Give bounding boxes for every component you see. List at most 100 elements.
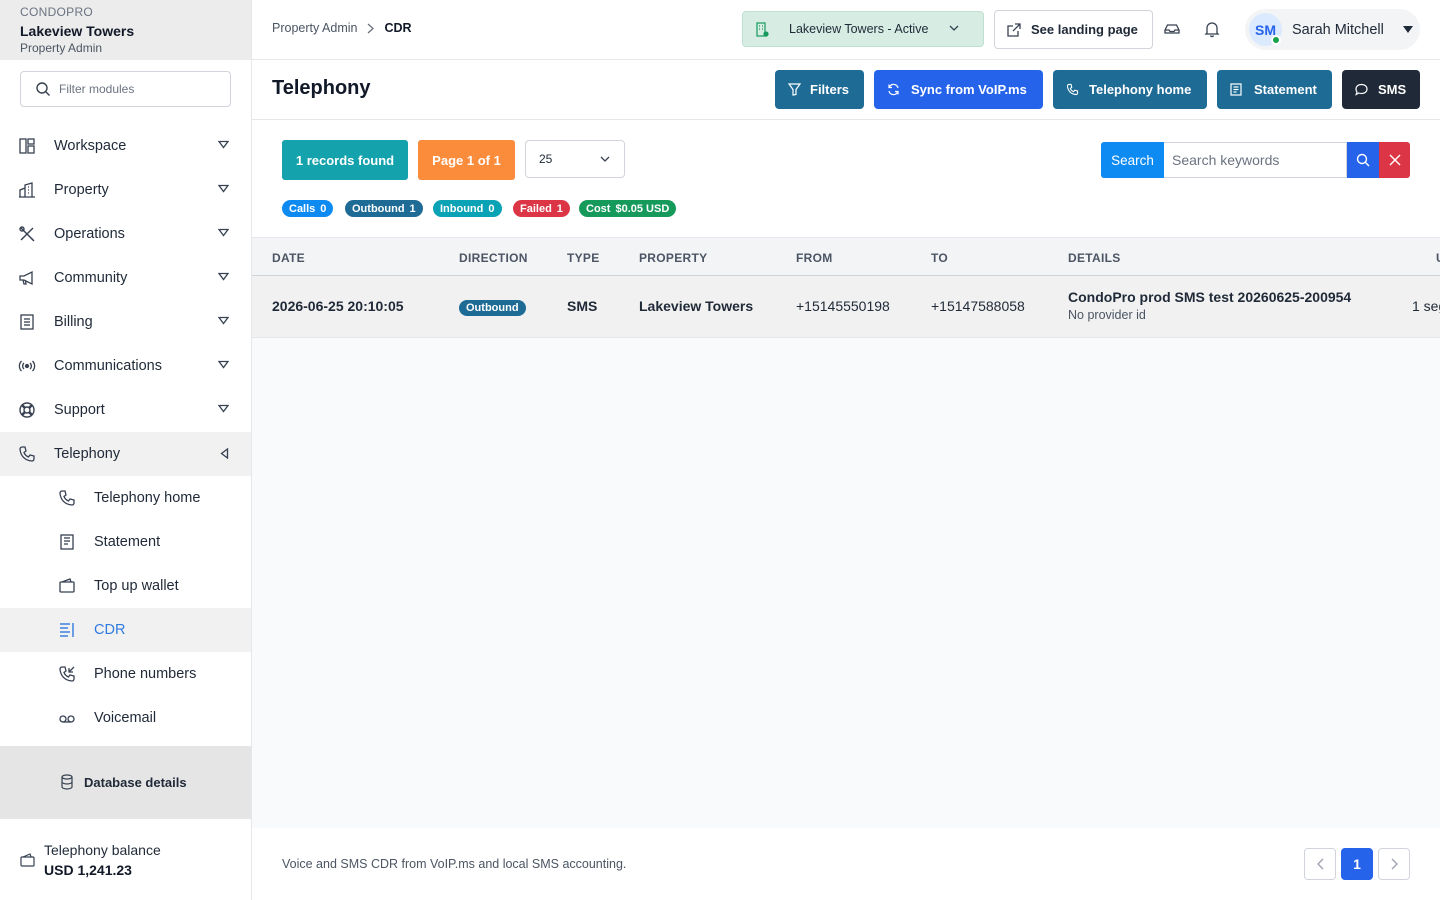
sidebar-item-operations[interactable]: Operations [0,212,251,256]
search-input[interactable] [1164,142,1347,178]
cell-details-sub: No provider id [1068,308,1146,322]
caret-down-icon [218,272,229,281]
breadcrumb-property-admin[interactable]: Property Admin [272,21,357,35]
inbound-badge: Inbound 0 [433,200,502,217]
sidebar-item-statement[interactable]: Statement [0,520,251,564]
pagination-next-button[interactable] [1378,848,1410,880]
column-header-from[interactable]: FROM [796,251,833,265]
table-row[interactable]: 2026-06-25 20:10:05 Outbound SMS Lakevie… [252,276,1440,338]
column-header-date[interactable]: DATE [272,251,305,265]
breadcrumb: Property Admin CDR [272,21,412,35]
badge-label: Cost [586,202,611,215]
badge-label: Outbound [352,202,405,215]
sidebar-item-top-up-wallet[interactable]: Top up wallet [0,564,251,608]
bell-icon[interactable] [1203,20,1221,38]
column-header-to[interactable]: TO [931,251,948,265]
external-link-icon [1007,22,1021,37]
receipt-icon [20,314,34,330]
records-found-chip: 1 records found [282,140,408,180]
property-select[interactable]: Lakeview Towers - Active [742,11,984,47]
sidebar-item-phone-numbers[interactable]: Phone numbers [0,652,251,696]
column-header-direction[interactable]: DIRECTION [459,251,528,265]
sidebar-item-label: Top up wallet [94,578,179,594]
page-title: Telephony [272,77,371,99]
phone-icon [1066,83,1079,96]
telephony-home-button[interactable]: Telephony home [1053,70,1207,109]
brand-name: CONDOPRO [20,5,94,19]
caret-down-icon [1403,26,1413,33]
caret-down-icon [218,360,229,369]
tools-icon [19,226,35,242]
sms-button[interactable]: SMS [1342,70,1420,109]
filter-modules-field[interactable] [20,71,231,107]
search-icon [1356,153,1370,167]
caret-left-icon [220,448,229,459]
page-header: Telephony Filters Sync from VoIP.ms Tele… [252,60,1440,120]
lifebuoy-icon [19,402,35,418]
search-label: Search [1101,142,1164,178]
database-details-label: Database details [84,774,187,790]
sidebar-item-community[interactable]: Community [0,256,251,300]
sidebar-item-cdr[interactable]: CDR [0,608,251,652]
pagination-prev-button[interactable] [1304,848,1336,880]
close-icon [1389,154,1400,166]
telephony-home-label: Telephony home [1089,82,1192,97]
sync-voipms-button[interactable]: Sync from VoIP.ms [874,70,1043,109]
column-header-details[interactable]: DETAILS [1068,251,1121,265]
voicemail-icon [59,715,75,723]
sidebar-item-communications[interactable]: Communications [0,344,251,388]
sidebar-item-telephony-home[interactable]: Telephony home [0,476,251,520]
see-landing-page-button[interactable]: See landing page [994,10,1153,49]
per-page-select[interactable]: 25 [525,140,625,178]
footer-note: Voice and SMS CDR from VoIP.ms and local… [282,857,627,871]
pagination-page-1[interactable]: 1 [1341,848,1373,880]
brand-header: CONDOPRO Lakeview Towers Property Admin [0,0,251,60]
search-button[interactable] [1347,142,1379,178]
outbound-badge: Outbound 1 [345,200,423,217]
sidebar-item-billing[interactable]: Billing [0,300,251,344]
sidebar-item-voicemail[interactable]: Voicemail [0,696,251,740]
sidebar-item-support[interactable]: Support [0,388,251,432]
caret-down-icon [218,316,229,325]
sidebar-item-telephony[interactable]: Telephony [0,432,251,476]
user-name: Sarah Mitchell [1292,21,1384,38]
filter-icon [788,83,801,96]
inbox-icon[interactable] [1163,20,1181,38]
telephony-balance: Telephony balance USD 1,241.23 [0,818,251,900]
sidebar-item-property[interactable]: Property [0,168,251,212]
column-header-type[interactable]: TYPE [567,251,600,265]
badge-value: 1 [409,202,416,215]
column-header-property[interactable]: PROPERTY [639,251,707,265]
sync-icon [888,83,899,96]
user-role: Property Admin [20,41,103,55]
filter-modules-input[interactable] [59,82,219,96]
online-status-dot [1271,35,1281,45]
cdr-content: 1 records found Page 1 of 1 25 Search Ca… [252,120,1440,828]
table-header: DATE DIRECTION TYPE PROPERTY FROM TO DET… [252,237,1440,276]
building-icon [756,21,769,37]
statement-button[interactable]: Statement [1217,70,1332,109]
badge-label: Calls [289,202,316,215]
sidebar-item-label: CDR [94,622,126,638]
building-icon [19,182,35,198]
cell-details-title: CondoPro prod SMS test 20260625-200954 [1068,289,1352,305]
sidebar-item-label: Telephony home [94,490,201,506]
phone-icon [59,490,75,506]
sidebar-item-workspace[interactable]: Workspace [0,124,251,168]
column-header-usage[interactable]: U [1436,251,1440,265]
phone-icon [19,446,35,462]
cell-from: +15145550198 [796,298,890,314]
page-footer: Voice and SMS CDR from VoIP.ms and local… [252,828,1440,900]
caret-down-icon [218,140,229,149]
database-details-button[interactable]: Database details [0,746,251,818]
breadcrumb-cdr: CDR [384,21,412,35]
clear-search-button[interactable] [1379,142,1410,178]
sidebar-item-label: Statement [94,534,161,550]
sidebar-item-label: Community [54,270,128,286]
caret-down-icon [218,228,229,237]
filters-button[interactable]: Filters [775,70,864,109]
cell-type: SMS [567,298,598,314]
badge-value: 0 [320,202,327,215]
records-toolbar: 1 records found Page 1 of 1 25 Search Ca… [252,120,1440,237]
user-menu[interactable]: SM Sarah Mitchell [1245,9,1420,50]
